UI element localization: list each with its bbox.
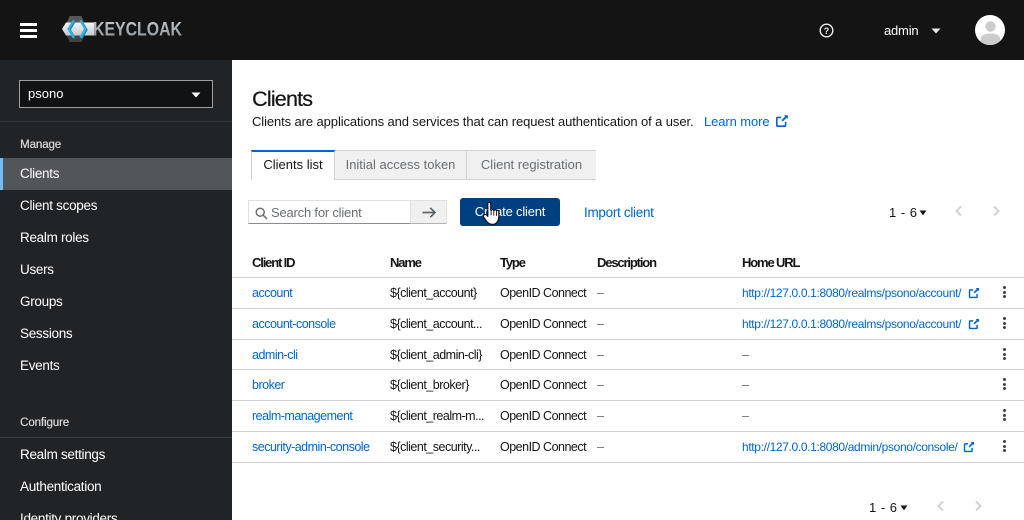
- svg-text:?: ?: [824, 26, 830, 36]
- svg-text:KEYCLOAK: KEYCLOAK: [93, 20, 182, 41]
